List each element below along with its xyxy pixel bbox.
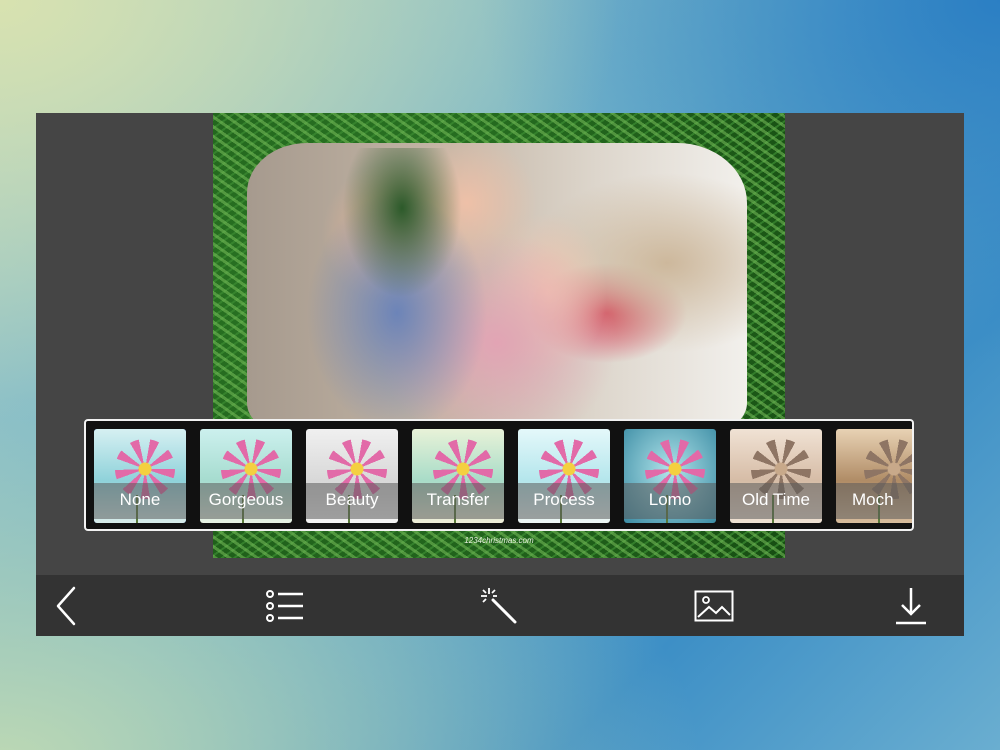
frame-watermark: 1234christmas.com bbox=[464, 536, 534, 545]
filter-transfer[interactable]: Transfer bbox=[412, 429, 504, 523]
filter-label: Process bbox=[533, 490, 595, 509]
download-icon bbox=[894, 586, 928, 626]
filter-label: Old Time bbox=[741, 490, 811, 509]
christmas-tree bbox=[342, 148, 462, 298]
family-photo bbox=[247, 143, 747, 433]
back-button[interactable] bbox=[44, 583, 90, 629]
list-icon bbox=[265, 589, 305, 623]
gallery-button[interactable] bbox=[691, 583, 737, 629]
image-icon bbox=[694, 590, 734, 622]
filter-label: Moch bbox=[852, 490, 894, 509]
filter-list: None Gorgeous Beauty Transfer Process Lo… bbox=[94, 429, 912, 523]
filter-label: Lomo bbox=[648, 490, 692, 509]
filter-beauty[interactable]: Beauty bbox=[306, 429, 398, 523]
filter-label: Beauty bbox=[325, 490, 379, 509]
filter-label: Transfer bbox=[426, 490, 490, 509]
download-button[interactable] bbox=[888, 583, 934, 629]
filter-mocha[interactable]: Moch bbox=[836, 429, 912, 523]
filter-none[interactable]: None bbox=[94, 429, 186, 523]
back-chevron-icon bbox=[52, 586, 82, 626]
magic-wand-icon bbox=[479, 586, 519, 626]
filter-lomo[interactable]: Lomo bbox=[624, 429, 716, 523]
filter-label: Gorgeous bbox=[208, 490, 284, 509]
filter-gorgeous[interactable]: Gorgeous bbox=[200, 429, 292, 523]
bottom-toolbar bbox=[36, 575, 964, 636]
filter-old-time[interactable]: Old Time bbox=[730, 429, 822, 523]
filter-label: None bbox=[119, 490, 161, 509]
effects-button[interactable] bbox=[476, 583, 522, 629]
filter-strip[interactable]: None Gorgeous Beauty Transfer Process Lo… bbox=[84, 419, 914, 531]
app-window: 1234christmas.com None Gorgeous Beauty T… bbox=[36, 113, 964, 636]
filter-process[interactable]: Process bbox=[518, 429, 610, 523]
menu-button[interactable] bbox=[262, 583, 308, 629]
